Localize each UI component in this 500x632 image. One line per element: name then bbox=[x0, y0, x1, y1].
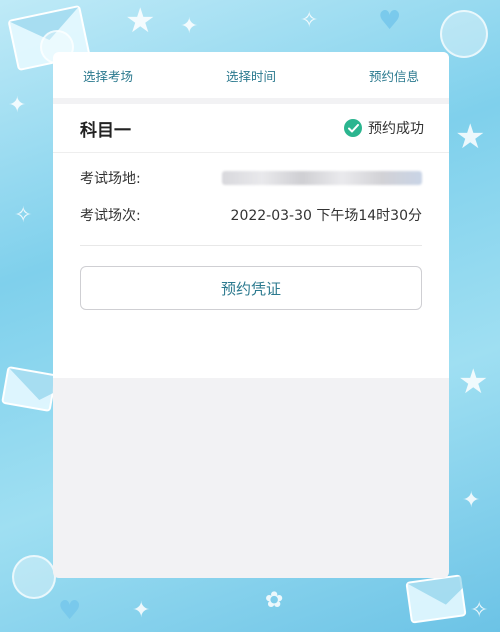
step-bar: 选择考场 选择时间 预约信息 bbox=[53, 52, 449, 98]
envelope-icon bbox=[405, 574, 467, 624]
session-row: 考试场次: 2022-03-30 下午场14时30分 bbox=[80, 196, 422, 233]
subject-row: 科目一 预约成功 bbox=[53, 104, 449, 153]
step-select-venue[interactable]: 选择考场 bbox=[83, 66, 133, 85]
status-badge: 预约成功 bbox=[344, 118, 424, 138]
voucher-button[interactable]: 预约凭证 bbox=[80, 266, 422, 310]
bow-icon: ✿ bbox=[265, 588, 284, 613]
venue-label: 考试场地: bbox=[80, 170, 141, 187]
step-select-time[interactable]: 选择时间 bbox=[226, 66, 276, 85]
appointment-panel: 科目一 预约成功 考试场地: 考试场次: 2022-03-30 下午场14时30… bbox=[53, 104, 449, 378]
status-text: 预约成功 bbox=[368, 121, 424, 137]
heart-icon: ♥ bbox=[58, 596, 82, 626]
star-icon: ★ bbox=[455, 117, 486, 157]
venue-row: 考试场地: bbox=[80, 159, 422, 196]
exam-info: 考试场地: 考试场次: 2022-03-30 下午场14时30分 bbox=[53, 153, 449, 233]
star-icon: ✦ bbox=[132, 598, 151, 623]
envelope-icon bbox=[1, 365, 57, 413]
star-icon: ✦ bbox=[8, 93, 27, 118]
star-icon: ✧ bbox=[470, 598, 489, 623]
session-value: 2022-03-30 下午场14时30分 bbox=[230, 207, 422, 224]
star-icon: ★ bbox=[458, 362, 489, 402]
appointment-card: 选择考场 选择时间 预约信息 科目一 预约成功 考试场地: 考试场次: 2022… bbox=[53, 52, 449, 578]
step-appointment-info[interactable]: 预约信息 bbox=[369, 66, 419, 85]
star-icon: ✦ bbox=[180, 14, 199, 39]
check-circle-icon bbox=[344, 119, 362, 137]
star-icon: ★ bbox=[125, 1, 156, 41]
bubble-decoration bbox=[12, 555, 56, 599]
star-icon: ✧ bbox=[14, 203, 33, 228]
star-icon: ✦ bbox=[462, 488, 481, 513]
heart-icon: ♥ bbox=[378, 6, 402, 36]
star-icon: ✧ bbox=[300, 8, 319, 33]
bubble-decoration bbox=[440, 10, 488, 58]
divider bbox=[80, 245, 422, 246]
session-label: 考试场次: bbox=[80, 207, 141, 224]
venue-value-redacted bbox=[222, 170, 422, 185]
subject-name: 科目一 bbox=[80, 120, 131, 141]
